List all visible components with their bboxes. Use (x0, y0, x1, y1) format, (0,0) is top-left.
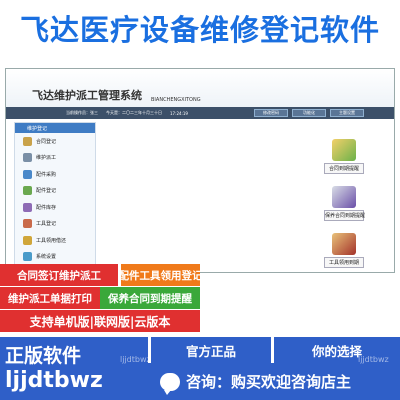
watermark: ljjdtbwz (358, 355, 389, 364)
cart-icon (23, 169, 32, 179)
sidebar-item-purchase[interactable]: 配件采购 (15, 166, 95, 183)
app-window: 飞达维护派工管理系统 BIANCHENGXITONG 当前操作员：张三 今天是：… (5, 68, 395, 273)
sidebar-item-tool-borrow[interactable]: 工具领用借还 (15, 232, 95, 249)
monitor-icon (332, 186, 356, 208)
consult-text: 咨询：购买欢迎咨询店主 (186, 373, 352, 391)
pencil-icon (332, 139, 356, 161)
feature-print: 维护派工单据打印 (0, 287, 100, 309)
sidebar-item-label: 维护派工 (36, 155, 57, 162)
app-title: 飞达维护派工管理系统 (32, 89, 142, 102)
sidebar-item-inventory[interactable]: 配件库存 (15, 199, 95, 216)
feature-contract-dispatch: 合同签订维护派工 (0, 264, 118, 286)
function-button[interactable]: 功能化 (292, 109, 326, 117)
genuine-block: 正版软件 ljjdtbwz (0, 337, 148, 400)
feature-versions: 支持单机版|联网版|云版本 (0, 310, 200, 332)
sidebar-item-label: 配件采购 (36, 171, 57, 178)
sidebar-item-tools[interactable]: 工具登记 (15, 216, 95, 233)
genuine-text: 正版软件 (5, 345, 82, 367)
title-banner: 飞达医疗设备维修登记软件 (0, 0, 400, 55)
status-time: 17:24:19 (170, 110, 188, 116)
desktop-label: 保养合同到期提醒 (324, 210, 365, 221)
sidebar-header: 维护登记 (15, 123, 95, 133)
tool-icon (23, 219, 32, 229)
toolbox-icon (23, 235, 32, 245)
sidebar-item-label: 系统设置 (36, 254, 57, 261)
desktop-maintenance-expiry[interactable]: 保养合同到期提醒 (324, 186, 365, 221)
desktop-contract-expiry[interactable]: 合同到期提醒 (324, 139, 364, 174)
sidebar-item-parts[interactable]: 配件登记 (15, 183, 95, 200)
settings-icon (23, 252, 32, 262)
feature-row-1: 合同签订维护派工 配件工具领用登记 (0, 264, 400, 286)
feature-row-2: 维护派工单据打印 保养合同到期提醒 (0, 287, 400, 309)
watermark: ljjdtbwz (120, 355, 151, 364)
feature-row-3: 支持单机版|联网版|云版本 (0, 310, 400, 332)
banner-title: 飞达医疗设备维修登记软件 (19, 12, 380, 47)
sidebar-item-dispatch[interactable]: 维护派工 (15, 150, 95, 167)
sidebar-item-label: 工具领用借还 (36, 237, 67, 244)
sidebar-item-label: 合同登记 (36, 138, 57, 145)
sidebar: 维护登记 合同登记 维护派工 配件采购 配件登记 配件库存 工具登记 工具领用借… (14, 122, 96, 272)
official-label: 官方正品 (151, 337, 271, 363)
register-icon (23, 186, 32, 196)
dispatch-icon (23, 153, 32, 163)
warehouse-icon (23, 202, 32, 212)
feature-parts-tools: 配件工具领用登记 (121, 264, 200, 286)
app-header: 飞达维护派工管理系统 BIANCHENGXITONG (6, 69, 394, 107)
chat-icon (160, 372, 180, 395)
sidebar-item-label: 配件登记 (36, 188, 57, 195)
sidebar-item-label: 工具登记 (36, 221, 57, 228)
consult-bar: 咨询：购买欢迎咨询店主 (148, 363, 400, 400)
sidebar-item-settings[interactable]: 系统设置 (15, 249, 95, 266)
sidebar-item-label: 配件库存 (36, 204, 57, 211)
sidebar-item-contract[interactable]: 合同登记 (15, 133, 95, 150)
status-date: 今天是：二〇二三年十月三十日 (106, 110, 162, 115)
change-password-button[interactable]: 修改密码 (254, 109, 288, 117)
app-subtitle: BIANCHENGXITONG (151, 97, 201, 103)
contract-icon (23, 136, 32, 146)
theme-settings-button[interactable]: 主题设置 (330, 109, 364, 117)
book-icon (332, 233, 356, 255)
desktop-tool-expiry[interactable]: 工具领用到期 (324, 233, 364, 268)
desktop-label: 合同到期提醒 (324, 163, 364, 174)
feature-reminder: 保养合同到期提醒 (100, 287, 200, 309)
status-operator: 当前操作员：张三 (66, 110, 98, 115)
brand-text: ljjdtbwz (5, 368, 103, 393)
